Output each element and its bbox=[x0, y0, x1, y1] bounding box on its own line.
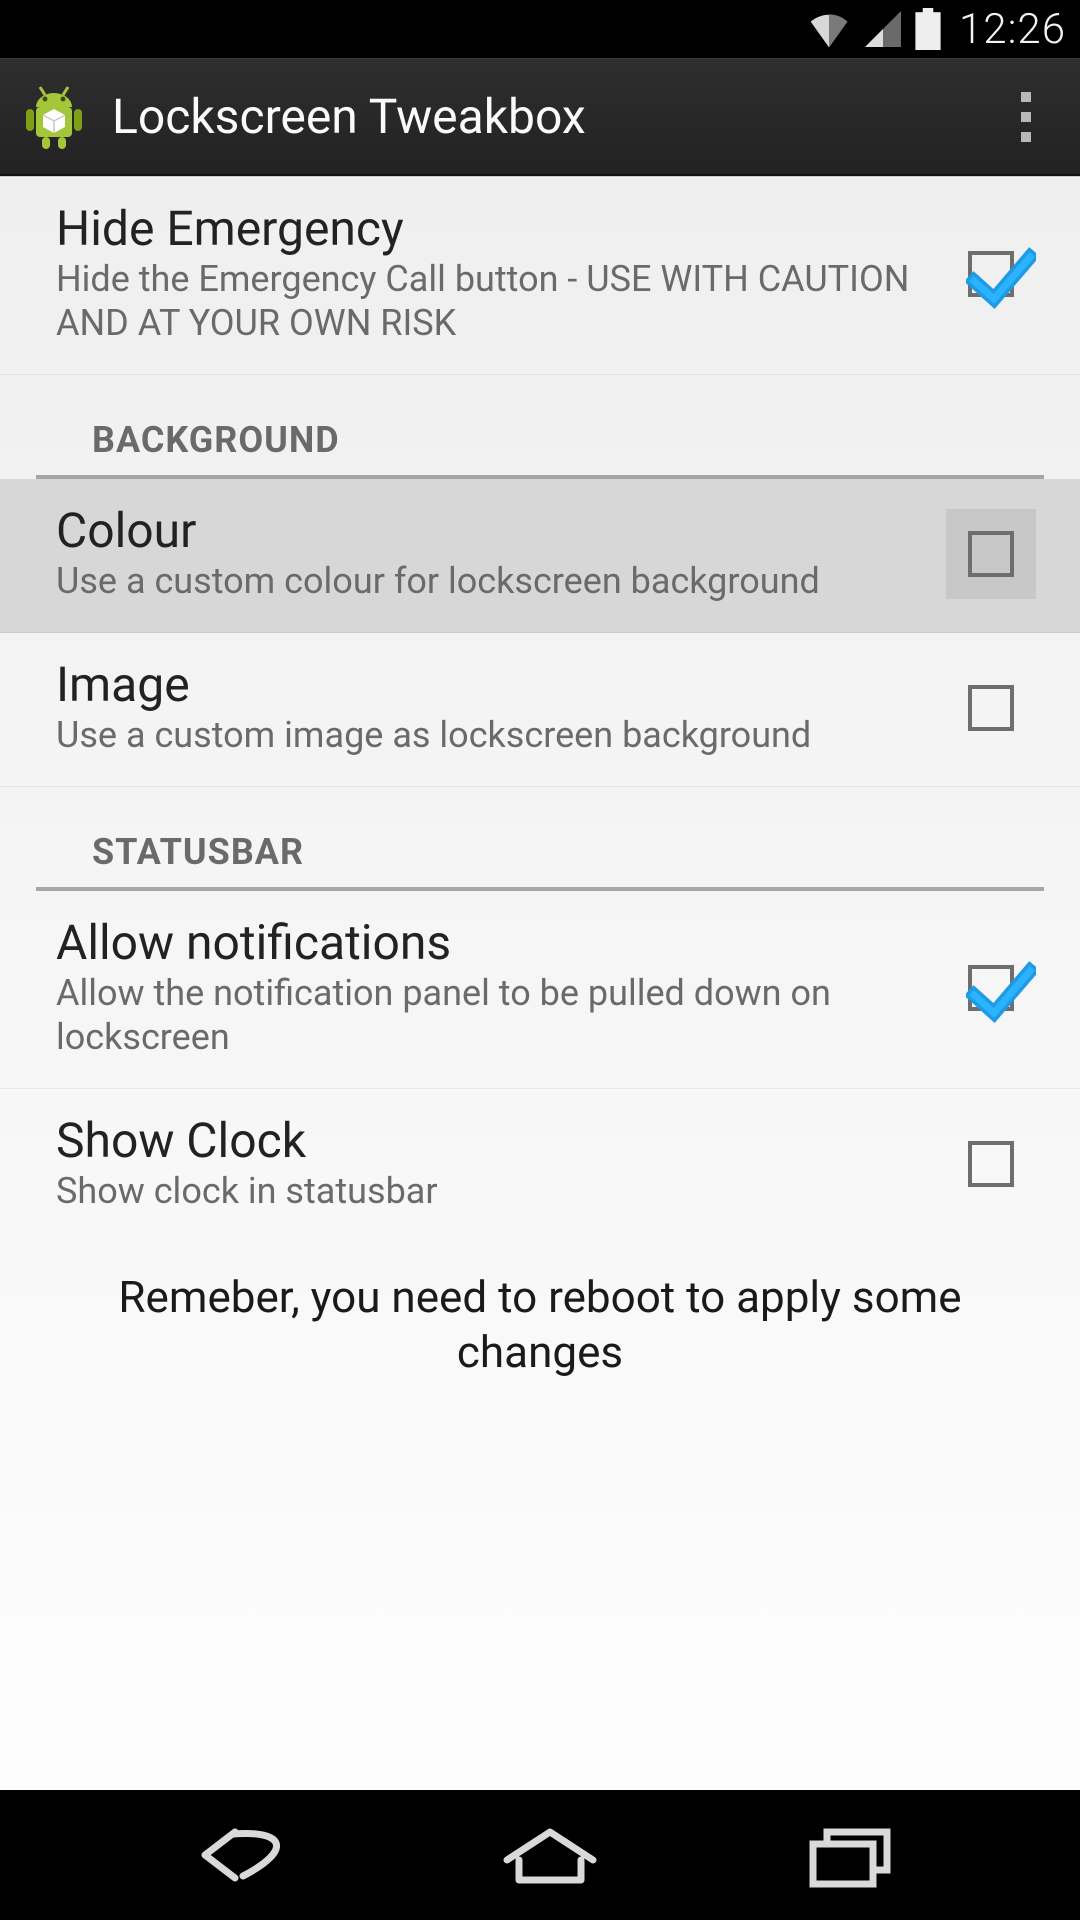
settings-list: Hide Emergency Hide the Emergency Call b… bbox=[0, 176, 1080, 1790]
check-icon bbox=[966, 245, 1036, 315]
cell-signal-icon bbox=[863, 9, 903, 49]
back-button[interactable] bbox=[175, 1820, 305, 1890]
recents-button[interactable] bbox=[795, 1820, 905, 1890]
pref-summary: Show clock in statusbar bbox=[56, 1170, 916, 1214]
action-bar: Lockscreen Tweakbox bbox=[0, 58, 1080, 176]
check-icon bbox=[966, 959, 1036, 1029]
pref-title: Image bbox=[56, 657, 916, 712]
page-title: Lockscreen Tweakbox bbox=[112, 88, 990, 145]
checkbox[interactable] bbox=[968, 1141, 1014, 1187]
checkbox[interactable] bbox=[968, 685, 1014, 731]
pref-show-clock[interactable]: Show Clock Show clock in statusbar bbox=[0, 1089, 1080, 1242]
wifi-icon bbox=[807, 9, 851, 49]
home-button[interactable] bbox=[495, 1820, 605, 1890]
pref-summary: Use a custom colour for lockscreen backg… bbox=[56, 560, 916, 604]
pref-title: Hide Emergency bbox=[56, 201, 916, 256]
checkbox[interactable] bbox=[968, 531, 1014, 577]
footer-note: Remeber, you need to reboot to apply som… bbox=[0, 1242, 1080, 1420]
status-bar: 12:26 bbox=[0, 0, 1080, 58]
pref-summary: Use a custom image as lockscreen backgro… bbox=[56, 714, 916, 758]
checkbox[interactable] bbox=[968, 251, 1014, 297]
status-time: 12:26 bbox=[959, 5, 1066, 54]
checkbox[interactable] bbox=[968, 965, 1014, 1011]
menu-dots-icon bbox=[1021, 92, 1031, 102]
pref-colour[interactable]: Colour Use a custom colour for lockscree… bbox=[0, 479, 1080, 633]
navigation-bar bbox=[0, 1790, 1080, 1920]
section-header-background: BACKGROUND bbox=[36, 375, 1044, 479]
app-icon bbox=[18, 81, 90, 153]
battery-icon bbox=[915, 8, 941, 50]
pref-summary: Hide the Emergency Call button - USE WIT… bbox=[56, 258, 916, 346]
pref-title: Show Clock bbox=[56, 1113, 916, 1168]
pref-allow-notifications[interactable]: Allow notifications Allow the notificati… bbox=[0, 891, 1080, 1089]
overflow-menu-button[interactable] bbox=[990, 81, 1062, 153]
pref-image[interactable]: Image Use a custom image as lockscreen b… bbox=[0, 633, 1080, 787]
pref-title: Allow notifications bbox=[56, 915, 916, 970]
pref-hide-emergency[interactable]: Hide Emergency Hide the Emergency Call b… bbox=[0, 177, 1080, 375]
pref-summary: Allow the notification panel to be pulle… bbox=[56, 972, 916, 1060]
section-header-statusbar: STATUSBAR bbox=[36, 787, 1044, 891]
pref-title: Colour bbox=[56, 503, 916, 558]
